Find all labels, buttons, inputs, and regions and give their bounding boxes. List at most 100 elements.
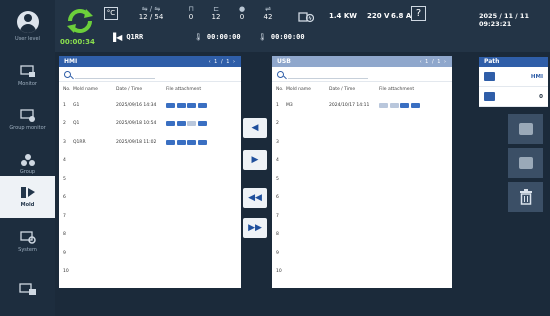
usb-table-header: No. Mold name Date / Time File attachmen… [276,86,415,92]
timer-1: 🌡 00:00:00 [194,33,241,41]
hmi-search-input[interactable] [59,67,241,82]
mold-name: G1 [73,102,80,108]
file-attachments [166,139,216,145]
copy-to-usb-button[interactable]: ▶ [243,150,267,170]
table-row[interactable]: 10 [272,263,452,282]
usb-pagination[interactable]: ‹ 1 / 1 › [420,59,447,65]
power-value: 1.4 KW [329,12,357,20]
attachment-icon [197,121,207,127]
table-row[interactable]: 9 [59,244,241,263]
group-monitor-icon [19,109,35,122]
row-number: 2 [276,121,279,127]
hmi-pagination[interactable]: ‹ 1 / 1 › [209,59,236,65]
table-row[interactable]: 4 [59,152,241,171]
table-row[interactable]: 4 [272,152,452,171]
row-number: 6 [276,195,279,201]
thermometer-icon: 🌡 [258,33,267,41]
table-row[interactable]: 6 [272,189,452,208]
delete-button[interactable] [508,182,543,212]
table-row[interactable]: 3 Q1RR 2025/09/18 11:02 [59,133,241,152]
usb-search-input[interactable] [272,67,452,82]
heater-icon: ⇌ [265,5,271,13]
attachment-icon [166,139,175,145]
sidebar-item-monitor[interactable]: Monitor [0,54,55,98]
table-row[interactable]: 8 [272,226,452,245]
row-number: 9 [63,250,66,256]
copy-all-to-hmi-button[interactable]: ◀◀ [243,188,267,208]
attachment-icon [197,102,207,108]
table-row[interactable]: 8 [59,226,241,245]
user-level-button[interactable]: User level [0,0,55,52]
row-number: 3 [63,139,66,145]
import-mold-button[interactable] [508,114,543,144]
zone-icon: ⇋ / ⇋ [141,5,161,13]
voltage-value: 220 V [367,12,390,20]
table-row[interactable]: 9 [272,244,452,263]
datetime-display: 2025 / 11 / 11 09:23:21 [479,12,529,28]
usb-storage-icon [484,92,495,101]
zone-counter-e: ⇌ 42 [258,5,278,21]
zone-counter-c: ⊏ 12 [208,5,224,21]
row-number: 3 [276,139,279,145]
thermometer-icon: 🌡 [194,33,203,41]
row-number: 5 [276,176,279,182]
export-mold-button[interactable] [508,148,543,178]
row-number: 1 [63,102,66,108]
help-button[interactable]: ? [411,6,426,21]
user-icon [16,10,39,33]
table-row[interactable]: 7 [59,207,241,226]
table-row[interactable]: 1 G1 2025/09/16 14:34 [59,96,241,115]
attachment-icon [410,102,420,108]
sidebar: Monitor Group monitor Group Mold System [0,52,55,316]
file-attachments [166,121,216,127]
row-number: 1 [276,102,279,108]
table-row[interactable]: 2 Q1 2025/09/18 10:54 [59,115,241,134]
table-row[interactable]: 6 [59,189,241,208]
table-row[interactable]: 5 [59,170,241,189]
attachment-icon [166,121,175,127]
sidebar-item-mold[interactable]: Mold [0,176,55,218]
logout-icon[interactable] [19,282,37,296]
table-row[interactable]: 10 [59,263,241,282]
file-attachments [166,102,216,108]
hmi-panel: HMI ‹ 1 / 1 › No. Mold name Date / Time … [59,56,241,288]
zone-counter-d: ● 0 [236,5,248,21]
current-mold: ▐◀ Q1RR [110,32,144,42]
path-panel: Path HMI 0 [479,57,548,107]
table-row[interactable]: 3 [272,133,452,152]
timer-2: 🌡 00:00:00 [258,33,305,41]
mold-date: 2024/10/17 14:11 [329,102,370,108]
sidebar-item-group-monitor[interactable]: Group monitor [0,98,55,142]
row-number: 5 [63,176,66,182]
current-value: 6.8 A [391,12,412,20]
sidebar-item-system[interactable]: System [0,220,55,264]
copy-to-hmi-button[interactable]: ◀ [243,118,267,138]
mold-import-icon [518,123,533,135]
path-title: Path [479,57,548,67]
attachment-icon [400,102,409,108]
cycle-refresh-icon[interactable] [62,6,98,36]
power-icon [298,8,315,23]
row-number: 10 [276,269,282,275]
temperature-unit-toggle[interactable]: °C [104,7,118,20]
row-number: 9 [276,250,279,256]
path-hmi-row[interactable]: HMI [479,67,548,87]
sensor-icon: ⊏ [213,5,219,13]
hmi-table-body: 1 G1 2025/09/16 14:34 2 Q1 2025/09/18 10:54 3 Q… [59,96,241,281]
row-number: 2 [63,121,66,127]
zone-counter-a: ⇋ / ⇋ 12 / 54 [132,5,170,21]
table-row[interactable]: 2 [272,115,452,134]
table-row[interactable]: 5 [272,170,452,189]
attachment-icon [176,139,186,145]
row-number: 4 [276,158,279,164]
copy-all-to-usb-button[interactable]: ▶▶ [243,218,267,238]
sensor-icon: ⊓ [188,5,194,13]
row-number: 4 [63,158,66,164]
trash-icon [519,189,532,205]
table-row[interactable]: 1 M3 2024/10/17 14:11 [272,96,452,115]
mold-export-icon [518,157,533,169]
usb-panel: USB ‹ 1 / 1 › No. Mold name Date / Time … [272,56,452,288]
attachment-icon [197,139,207,145]
table-row[interactable]: 7 [272,207,452,226]
path-usb-row[interactable]: 0 [479,87,548,107]
